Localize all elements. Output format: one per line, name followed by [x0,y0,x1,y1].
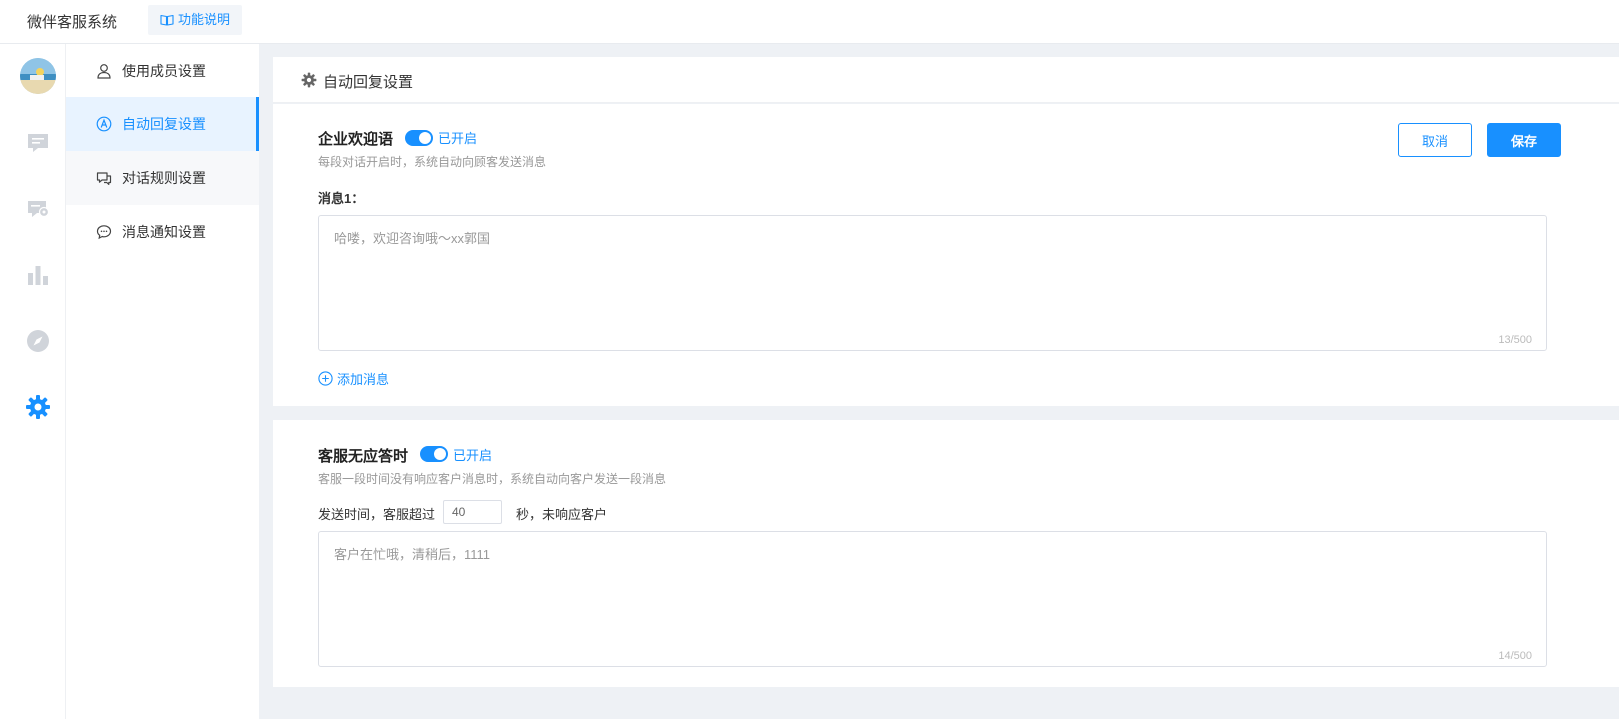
chat-rule-icon [96,172,112,185]
no-reply-toggle-label: 已开启 [453,448,493,463]
icon-sidebar [11,44,66,719]
welcome-toggle-label: 已开启 [438,131,478,146]
seconds-input[interactable]: 40 [443,500,502,524]
sidebar-item-label: 对话规则设置 [122,170,206,186]
chat-settings-icon[interactable] [25,196,51,222]
chart-icon[interactable] [25,262,51,288]
message-icon [96,225,112,240]
panel-header: 自动回复设置 [273,57,1619,103]
sidebar-item-chat-rules[interactable]: 对话规则设置 [66,151,259,205]
no-reply-card: 客服无应答时 已开启 客服一段时间没有响应客户消息时，系统自动向客户发送一段消息… [273,420,1619,687]
no-reply-title: 客服无应答时 [318,448,409,465]
settings-gear-icon [301,72,317,88]
add-message-button[interactable]: 添加消息 [318,369,389,388]
welcome-char-counter: 13/500 [1498,334,1532,346]
welcome-description: 每段对话开启时，系统自动向顾客发送消息 [318,155,547,169]
save-button[interactable]: 保存 [1487,123,1561,157]
sidebar-item-label: 自动回复设置 [122,116,206,132]
send-time-suffix: 秒，未响应客户 [516,507,608,522]
no-reply-message-text: 客户在忙哦，清稍后，1111 [334,547,491,562]
no-reply-description: 客服一段时间没有响应客户消息时，系统自动向客户发送一段消息 [318,472,667,486]
avatar[interactable] [20,58,56,94]
help-tab[interactable]: 功能说明 [148,5,243,35]
help-tab-label: 功能说明 [178,12,231,27]
user-icon [97,64,111,79]
send-time-prefix: 发送时间，客服超过 [318,507,436,522]
chat-icon[interactable] [25,130,51,156]
settings-submenu: 使用成员设置 自动回复设置 对话规则设置 消息通知设置 [66,44,259,719]
welcome-message-card: 企业欢迎语 已开启 每段对话开启时，系统自动向顾客发送消息 取消 保存 消息1：… [273,104,1619,406]
no-reply-char-counter: 14/500 [1498,650,1532,662]
welcome-message-text: 哈喽，欢迎咨询哦～xx郭国 [334,231,491,246]
sidebar-item-notifications[interactable]: 消息通知设置 [66,205,259,259]
no-reply-message-textarea[interactable]: 客户在忙哦，清稍后，1111 14/500 [318,531,1547,667]
message-1-label: 消息1： [318,191,365,206]
welcome-toggle[interactable] [405,130,433,146]
page-title: 自动回复设置 [323,74,414,91]
auto-reply-icon [96,116,112,132]
compass-icon[interactable] [25,328,51,354]
book-icon [160,14,174,26]
plus-circle-icon [318,371,333,386]
no-reply-toggle[interactable] [420,446,448,462]
sidebar-item-label: 使用成员设置 [122,63,206,79]
welcome-title: 企业欢迎语 [318,131,394,148]
add-message-label: 添加消息 [337,372,390,387]
gear-icon[interactable] [25,394,51,420]
welcome-message-textarea[interactable]: 哈喽，欢迎咨询哦～xx郭国 13/500 [318,215,1547,351]
sidebar-item-auto-reply[interactable]: 自动回复设置 [66,97,259,151]
sidebar-item-member-settings[interactable]: 使用成员设置 [66,44,259,98]
app-title: 微伴客服系统 [27,14,118,31]
sidebar-item-label: 消息通知设置 [122,224,206,240]
cancel-button[interactable]: 取消 [1398,123,1472,157]
top-bar: 微伴客服系统 功能说明 [0,0,1619,44]
